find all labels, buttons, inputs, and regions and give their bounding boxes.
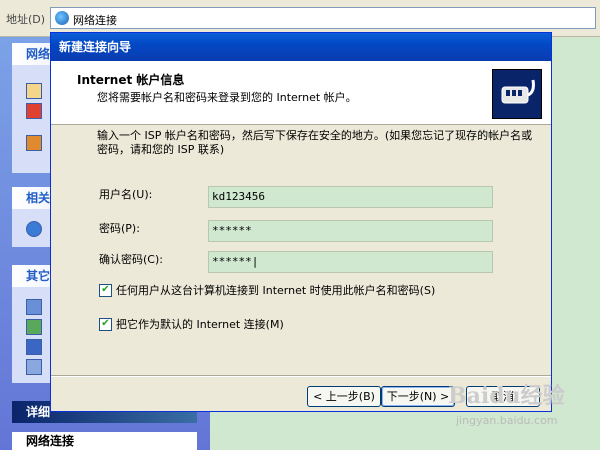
setup-icon[interactable] — [26, 103, 42, 119]
wizard-header: Internet 帐户信息 您将需要帐户名和密码来登录到您的 Internet … — [51, 61, 551, 125]
checkbox-label: 把它作为默认的 Internet 连接(M) — [116, 318, 284, 331]
checkbox-label: 任何用户从这台计算机连接到 Internet 时使用此帐户名和密码(S) — [116, 284, 436, 297]
back-button[interactable]: < 上一步(B) — [307, 386, 381, 407]
confirm-password-label: 确认密码(C): — [99, 253, 163, 266]
password-field[interactable]: ****** — [208, 220, 493, 242]
network-icon — [55, 11, 69, 25]
address-field[interactable]: 网络连接 — [50, 7, 596, 29]
address-value: 网络连接 — [73, 14, 117, 27]
my-network-icon[interactable] — [26, 319, 42, 335]
next-button[interactable]: 下一步(N) > — [381, 386, 455, 407]
cable-icon — [492, 69, 542, 119]
dialog-title[interactable]: 新建连接向导 — [51, 33, 551, 61]
checkbox-box[interactable]: ✔ — [99, 283, 112, 297]
my-computer-icon[interactable] — [26, 359, 42, 375]
new-connection-wizard: 新建连接向导 Internet 帐户信息 您将需要帐户名和密码来登录到您的 In… — [50, 32, 552, 412]
details-title: 网络连接 — [12, 432, 197, 450]
header-title: Internet 帐户信息 — [77, 73, 185, 87]
header-subtitle: 您将需要帐户名和密码来登录到您的 Internet 帐户。 — [97, 91, 357, 104]
instructions-text: 输入一个 ISP 帐户名和密码，然后写下保存在安全的地方。(如果您忘记了现存的帐… — [97, 129, 533, 156]
default-connection-checkbox[interactable]: ✔ 把它作为默认的 Internet 连接(M) — [99, 316, 284, 332]
watermark: Baidu经验 — [448, 383, 565, 409]
use-for-all-users-checkbox[interactable]: ✔ 任何用户从这台计算机连接到 Internet 时使用此帐户名和密码(S) — [99, 282, 435, 298]
password-label: 密码(P): — [99, 222, 140, 235]
my-documents-icon[interactable] — [26, 339, 42, 355]
home-network-icon[interactable] — [26, 135, 42, 151]
confirm-password-field[interactable]: ******| — [208, 251, 493, 273]
info-icon[interactable] — [26, 221, 42, 237]
connection-icon[interactable] — [26, 83, 42, 99]
username-label: 用户名(U): — [99, 188, 153, 201]
username-field[interactable]: kd123456 — [208, 186, 493, 208]
checkbox-box[interactable]: ✔ — [99, 317, 112, 331]
separator — [51, 375, 551, 377]
control-panel-icon[interactable] — [26, 299, 42, 315]
watermark-url: jingyan.baidu.com — [456, 414, 558, 427]
address-label: 地址(D) — [6, 13, 46, 26]
